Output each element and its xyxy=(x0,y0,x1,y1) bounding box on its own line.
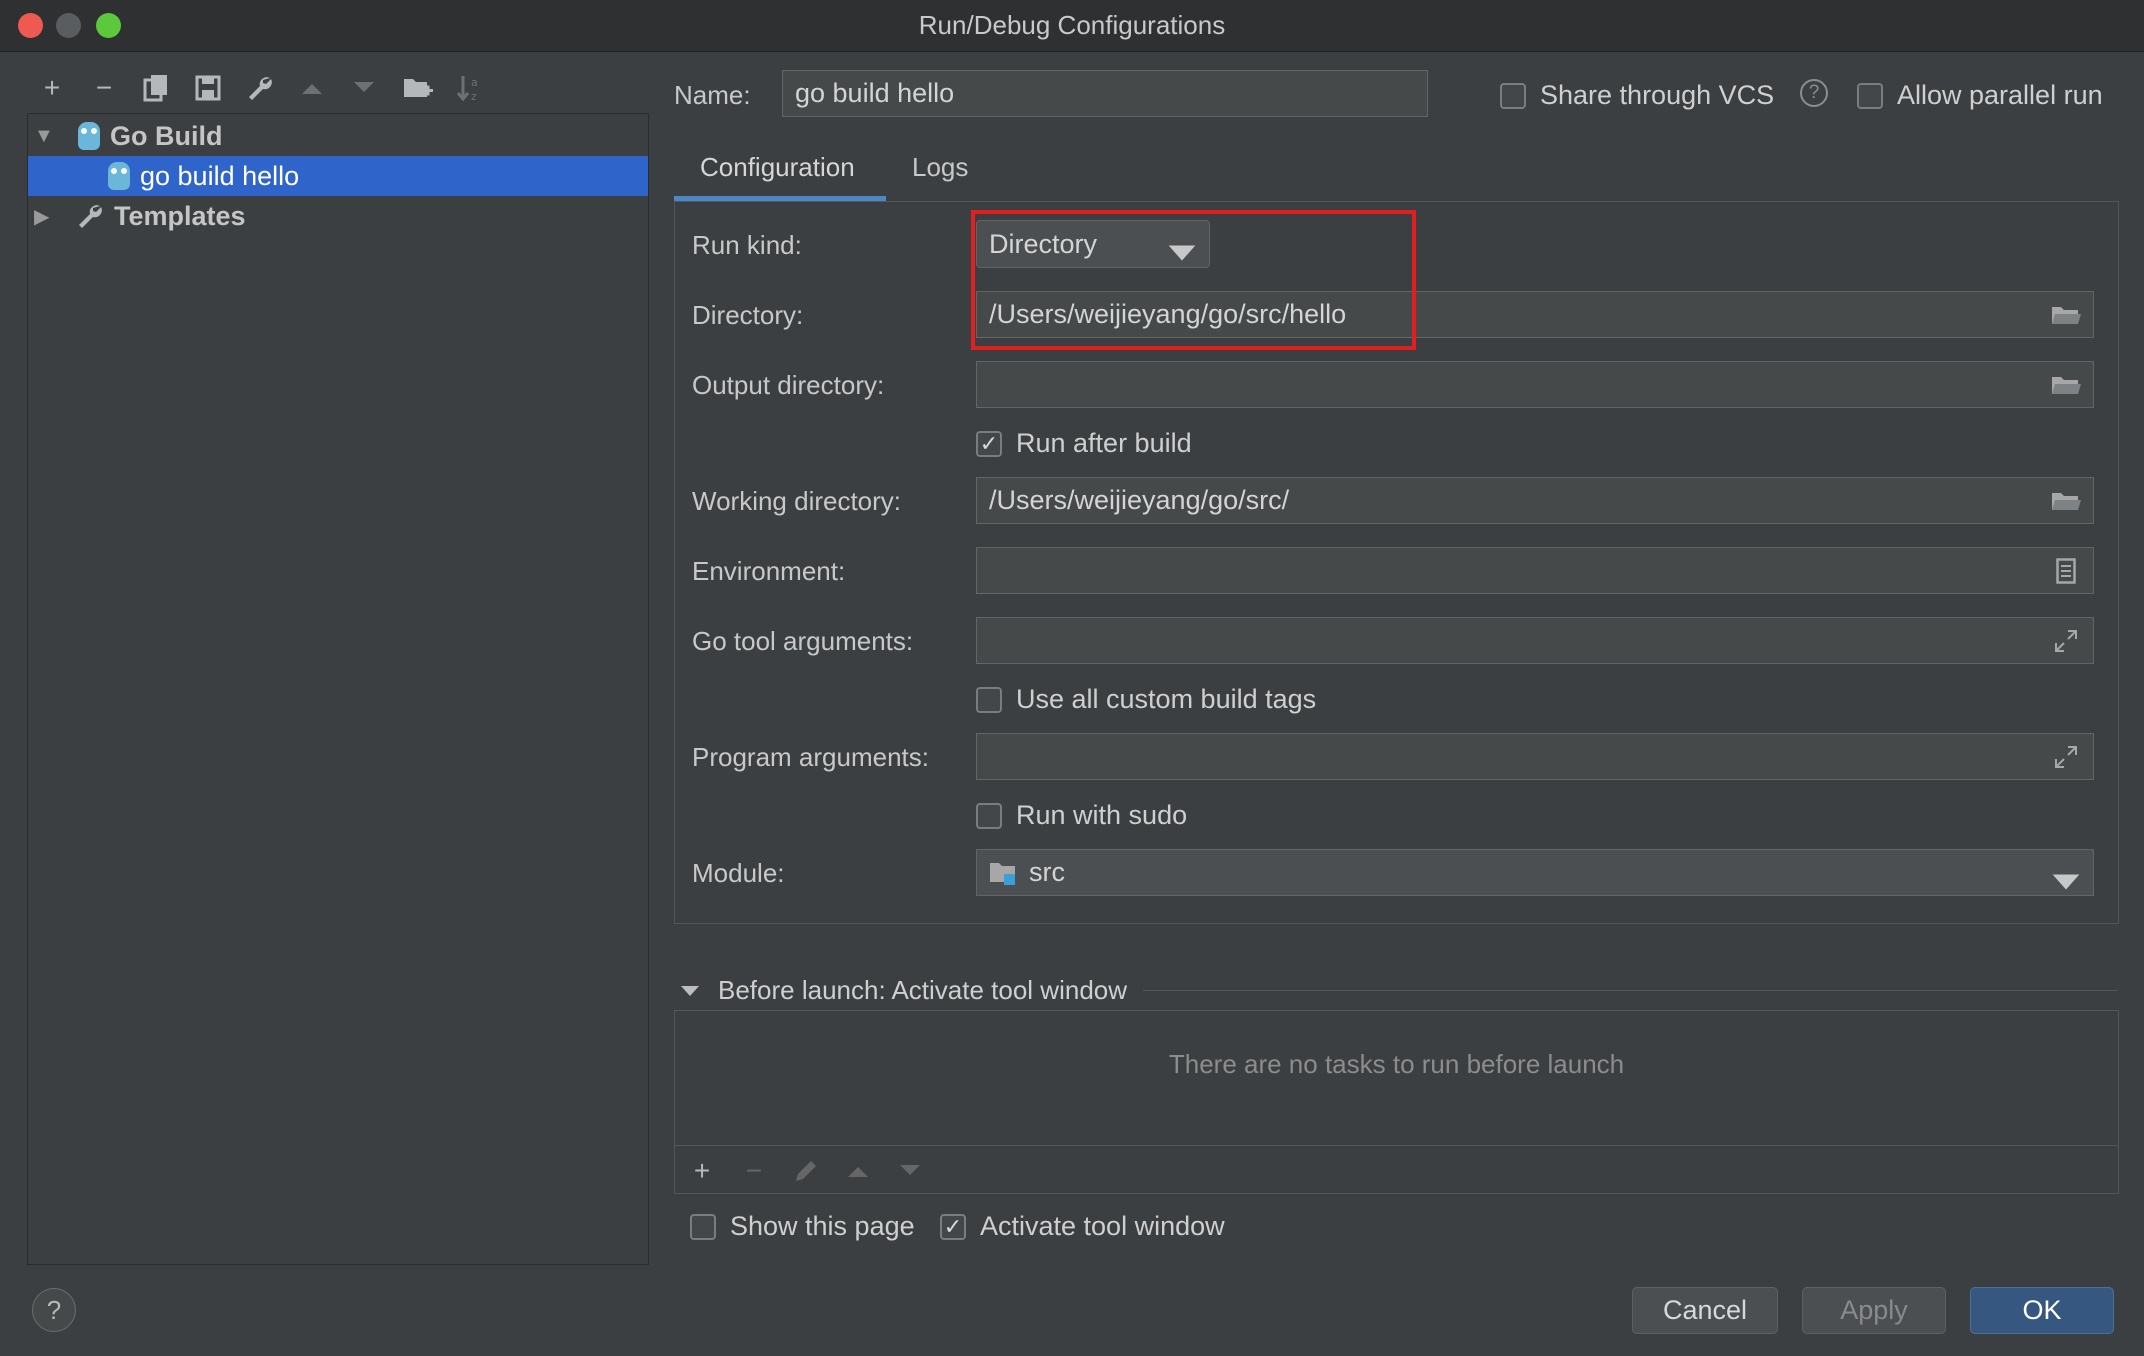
tab-logs[interactable]: Logs xyxy=(912,152,968,183)
expand-icon[interactable] xyxy=(2051,743,2081,771)
collapse-arrow-icon xyxy=(681,985,699,996)
before-launch-toolbar: + − xyxy=(674,1145,2119,1194)
window-title: Run/Debug Configurations xyxy=(918,10,1226,40)
environment-input[interactable] xyxy=(976,547,2094,594)
share-vcs-checkbox-row[interactable]: Share through VCS xyxy=(1500,80,1774,111)
tree-templates-label: Templates xyxy=(114,200,246,231)
name-input[interactable]: go build hello xyxy=(782,70,1428,117)
separator xyxy=(1143,990,2118,991)
share-vcs-checkbox[interactable] xyxy=(1500,82,1526,109)
output-directory-label: Output directory: xyxy=(692,370,885,400)
module-value: src xyxy=(1029,857,1065,887)
tree-group-label: Go Build xyxy=(110,120,223,151)
expand-arrow-icon[interactable]: ▼ xyxy=(34,125,60,148)
allow-parallel-checkbox[interactable] xyxy=(1857,82,1883,109)
custom-build-tags-label: Use all custom build tags xyxy=(1016,684,1317,714)
help-button[interactable]: ? xyxy=(32,1288,76,1332)
expand-icon[interactable] xyxy=(2051,627,2081,655)
working-directory-label: Working directory: xyxy=(692,486,902,516)
custom-build-tags-row[interactable]: Use all custom build tags xyxy=(976,684,1316,715)
module-folder-icon xyxy=(989,860,1019,886)
tab-configuration[interactable]: Configuration xyxy=(700,152,855,183)
document-edit-icon[interactable] xyxy=(2051,557,2081,585)
allow-parallel-checkbox-row[interactable]: Allow parallel run xyxy=(1857,80,2103,111)
program-args-label: Program arguments: xyxy=(692,742,929,772)
svg-text:a: a xyxy=(471,76,478,89)
directory-label: Directory: xyxy=(692,300,804,330)
title-bar: Run/Debug Configurations xyxy=(0,0,2144,52)
new-folder-icon[interactable] xyxy=(398,68,438,108)
folder-browse-icon[interactable] xyxy=(2051,301,2081,329)
gopher-icon xyxy=(78,122,100,150)
chevron-down-icon xyxy=(2052,874,2080,890)
move-down-icon[interactable] xyxy=(893,1154,927,1188)
working-directory-input[interactable]: /Users/weijieyang/go/src/ xyxy=(976,477,2094,524)
wrench-icon[interactable] xyxy=(240,68,280,108)
activate-tool-window-row[interactable]: ✓ Activate tool window xyxy=(940,1211,1225,1242)
module-label: Module: xyxy=(692,858,785,888)
move-up-icon[interactable] xyxy=(292,68,332,108)
run-after-build-checkbox[interactable]: ✓ xyxy=(976,430,1002,457)
edit-icon[interactable] xyxy=(789,1154,823,1188)
run-with-sudo-row[interactable]: Run with sudo xyxy=(976,800,1187,831)
sort-icon[interactable]: az xyxy=(450,68,490,108)
wrench-icon xyxy=(76,202,104,230)
folder-browse-icon[interactable] xyxy=(2051,371,2081,399)
configuration-tree[interactable]: ▼ Go Build go build hello ▶ Templates xyxy=(27,113,649,1265)
program-args-input[interactable] xyxy=(976,733,2094,780)
move-up-icon[interactable] xyxy=(841,1154,875,1188)
add-icon[interactable]: + xyxy=(685,1154,719,1188)
run-with-sudo-checkbox[interactable] xyxy=(976,802,1002,829)
copy-icon[interactable] xyxy=(136,68,176,108)
add-icon[interactable]: + xyxy=(32,68,72,108)
environment-label: Environment: xyxy=(692,556,846,586)
allow-parallel-label: Allow parallel run xyxy=(1897,80,2103,110)
highlight-annotation-box xyxy=(971,210,1416,350)
collapse-arrow-icon[interactable]: ▶ xyxy=(34,204,60,229)
go-tool-args-label: Go tool arguments: xyxy=(692,626,914,656)
svg-text:z: z xyxy=(471,90,477,102)
help-icon[interactable]: ? xyxy=(1800,79,1828,107)
run-after-build-row[interactable]: ✓ Run after build xyxy=(976,428,1192,459)
activate-tool-window-label: Activate tool window xyxy=(980,1211,1225,1241)
name-label: Name: xyxy=(674,80,751,110)
cancel-button[interactable]: Cancel xyxy=(1632,1287,1778,1334)
go-tool-args-input[interactable] xyxy=(976,617,2094,664)
module-select[interactable]: src xyxy=(976,849,2094,896)
empty-tasks-text: There are no tasks to run before launch xyxy=(1168,1049,1625,1079)
run-with-sudo-label: Run with sudo xyxy=(1016,800,1188,830)
remove-icon[interactable]: − xyxy=(737,1154,771,1188)
tree-group-go-build[interactable]: ▼ Go Build xyxy=(28,116,648,156)
move-down-icon[interactable] xyxy=(344,68,384,108)
before-launch-title: Before launch: Activate tool window xyxy=(718,975,1128,1005)
custom-build-tags-checkbox[interactable] xyxy=(976,686,1002,713)
tree-item-label: go build hello xyxy=(140,160,300,191)
working-directory-value: /Users/weijieyang/go/src/ xyxy=(989,485,1290,515)
show-this-page-checkbox[interactable] xyxy=(690,1213,716,1240)
activate-tool-window-checkbox[interactable]: ✓ xyxy=(940,1213,966,1240)
folder-browse-icon[interactable] xyxy=(2051,487,2081,515)
run-after-build-label: Run after build xyxy=(1016,428,1192,458)
apply-button[interactable]: Apply xyxy=(1802,1287,1946,1334)
gopher-icon xyxy=(108,162,130,190)
share-vcs-label: Share through VCS xyxy=(1540,80,1775,110)
tree-group-templates[interactable]: ▶ Templates xyxy=(28,196,648,236)
before-launch-header[interactable]: Before launch: Activate tool window xyxy=(680,975,2118,1006)
save-icon[interactable] xyxy=(188,68,228,108)
remove-icon[interactable]: − xyxy=(84,68,124,108)
output-directory-input[interactable] xyxy=(976,361,2094,408)
run-kind-label: Run kind: xyxy=(692,230,802,260)
show-this-page-label: Show this page xyxy=(730,1211,915,1241)
tree-item-go-build-hello[interactable]: go build hello xyxy=(28,156,648,196)
ok-button[interactable]: OK xyxy=(1970,1287,2114,1334)
show-this-page-row[interactable]: Show this page xyxy=(690,1211,915,1242)
